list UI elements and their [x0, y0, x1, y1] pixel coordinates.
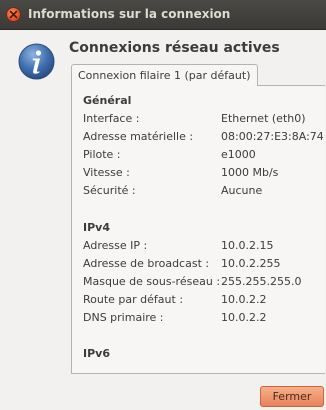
info-label: Pilote :	[83, 148, 121, 161]
info-label: Interface :	[83, 112, 140, 125]
info-value: 10.0.2.2	[221, 293, 267, 306]
close-icon	[9, 10, 18, 19]
info-value: 10.0.2.2	[221, 311, 267, 324]
info-row-primary-dns: DNS primaire : 10.0.2.2	[83, 311, 323, 327]
info-label: DNS primaire :	[83, 311, 164, 324]
window-close-button[interactable]	[6, 7, 21, 22]
info-value: 10.0.2.255	[221, 257, 281, 270]
info-value: e1000	[221, 148, 256, 161]
window-title: Informations sur la connexion	[28, 7, 231, 21]
section-title-ipv6: IPv6	[83, 347, 110, 360]
close-button[interactable]: Fermer	[260, 386, 324, 407]
info-row-broadcast-address: Adresse de broadcast : 10.0.2.255	[83, 257, 323, 273]
title-bar: Informations sur la connexion	[0, 0, 326, 30]
info-row-subnet-mask: Masque de sous-réseau : 255.255.255.0	[83, 275, 323, 291]
info-value: 10.0.2.15	[221, 239, 274, 252]
info-row-ip-address: Adresse IP : 10.0.2.15	[83, 239, 323, 255]
tab-connexion-filaire-1[interactable]: Connexion filaire 1 (par défaut)	[71, 64, 258, 86]
info-value: Aucune	[221, 184, 263, 197]
info-label: Masque de sous-réseau :	[83, 275, 221, 288]
connection-details-panel: Général Interface : Ethernet (eth0) Adre…	[71, 85, 325, 374]
info-row-driver: Pilote : e1000	[83, 148, 323, 164]
info-label: Sécurité :	[83, 184, 136, 197]
info-row-security: Sécurité : Aucune	[83, 184, 323, 200]
section-title-ipv4: IPv4	[83, 221, 110, 234]
info-icon	[18, 43, 55, 80]
info-value: 08:00:27:E3:8A:74	[221, 130, 324, 143]
info-label: Adresse matérielle :	[83, 130, 194, 143]
info-row-default-route: Route par défaut : 10.0.2.2	[83, 293, 323, 309]
info-label: Adresse de broadcast :	[83, 257, 210, 270]
info-value: Ethernet (eth0)	[221, 112, 306, 125]
info-label: Vitesse :	[83, 166, 130, 179]
info-row-hardware-address: Adresse matérielle : 08:00:27:E3:8A:74	[83, 130, 324, 146]
info-row-interface: Interface : Ethernet (eth0)	[83, 112, 323, 128]
info-label: Route par défaut :	[83, 293, 184, 306]
info-value: 255.255.255.0	[221, 275, 302, 288]
info-row-speed: Vitesse : 1000 Mb/s	[83, 166, 323, 182]
info-value: 1000 Mb/s	[221, 166, 279, 179]
info-label: Adresse IP :	[83, 239, 148, 252]
page-title: Connexions réseau actives	[69, 40, 280, 56]
section-title-general: Général	[83, 94, 132, 107]
